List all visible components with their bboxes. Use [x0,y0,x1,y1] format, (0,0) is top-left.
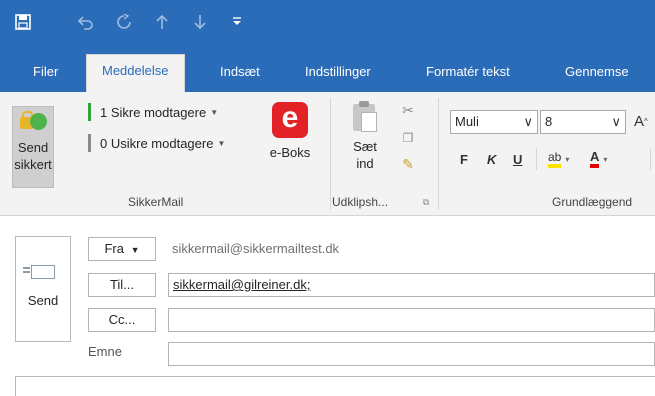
to-recipient[interactable]: sikkermail@gilreiner.dk; [173,277,310,292]
redo-icon[interactable] [114,12,134,32]
paste-label-line1: Sæt [353,139,377,154]
font-color-button[interactable]: A ▾ [590,148,607,170]
customize-dropdown-icon[interactable] [228,12,246,32]
send-envelope-icon [23,265,55,279]
highlighter-icon: ab [548,150,562,168]
paste-label-line2: ind [356,156,374,171]
quick-access-toolbar [0,0,655,46]
font-size-combobox[interactable]: 8 ∨ [540,110,626,134]
paste-button[interactable]: Sæt ind [342,100,388,184]
format-painter-icon[interactable]: ✎ [400,156,416,172]
font-color-icon: A [590,150,600,168]
bold-button[interactable]: F [460,148,468,170]
cut-icon[interactable]: ✂ [400,102,416,118]
chevron-down-icon: ▼ [210,107,219,117]
cc-button[interactable]: Cc... [88,308,156,332]
eboks-button[interactable]: e e-Boks [258,102,322,170]
tab-insert[interactable]: Indsæt [220,58,260,92]
chevron-down-icon: ∨ [523,114,533,129]
chevron-down-icon: ▼ [217,138,226,148]
secure-recipients-label: 1 Sikre modtagere [100,104,207,120]
tab-options[interactable]: Indstillinger [305,58,371,92]
eboks-logo-icon: e [272,102,308,138]
from-button-label: Fra [104,241,124,256]
tab-message[interactable]: Meddelelse [86,54,185,92]
secure-send-icon [20,111,47,135]
secure-indicator-bar [88,103,91,121]
send-secure-button[interactable]: Send sikkert [12,106,54,188]
arrow-up-icon[interactable] [152,12,172,32]
unsecure-indicator-bar [88,134,91,152]
cc-field[interactable] [168,308,655,332]
ribbon-tabs: Filer Meddelelse Indsæt Indstillinger Fo… [0,46,655,92]
group-label-sikkermail: SikkerMail [128,195,184,209]
toolbar-divider [536,148,537,170]
chevron-down-icon: ▾ [603,154,608,164]
font-name-value: Muli [455,114,479,129]
arrow-down-icon[interactable] [190,12,210,32]
chevron-down-icon: ∨ [611,114,621,129]
unsecure-recipients-dropdown[interactable]: 0 Usikre modtagere ▼ [88,132,225,154]
group-label-basic-text: Grundlæggend [552,195,633,209]
save-icon[interactable] [12,12,34,32]
group-divider [438,98,439,210]
clipboard-icon [351,100,379,132]
from-address: sikkermail@sikkermailtest.dk [172,241,340,256]
copy-icon[interactable]: ❐ [400,130,416,146]
unsecure-recipients-label: 0 Usikre modtagere [100,135,214,151]
send-button[interactable]: Send [15,236,71,342]
dialog-launcher-icon[interactable]: ⧉ [420,196,432,208]
eboks-label: e-Boks [269,145,311,160]
grow-font-icon[interactable]: A ^ [634,110,648,132]
chevron-down-icon: ▼ [130,245,140,255]
from-button[interactable]: Fra ▼ [88,237,156,261]
italic-button[interactable]: K [487,148,496,170]
send-label: Send [27,293,59,308]
font-size-value: 8 [545,114,553,129]
toolbar-divider [650,148,651,170]
undo-icon[interactable] [76,12,96,32]
send-secure-label-line1: Send [17,140,49,155]
highlight-color-button[interactable]: ab ▾ [548,148,569,170]
to-field[interactable]: sikkermail@gilreiner.dk; [168,273,655,297]
tab-format-text[interactable]: Formatér tekst [426,58,510,92]
chevron-down-icon: ▾ [565,154,570,164]
font-name-combobox[interactable]: Muli ∨ [450,110,538,134]
tab-file[interactable]: Filer [33,58,58,92]
message-body[interactable] [15,376,655,396]
secure-recipients-dropdown[interactable]: 1 Sikre modtagere ▼ [88,101,218,123]
to-button[interactable]: Til... [88,273,156,297]
send-secure-label-line2: sikkert [14,157,52,172]
tab-review[interactable]: Gennemse [565,58,629,92]
group-divider [330,98,331,210]
ribbon: Send sikkert 1 Sikre modtagere ▼ 0 Usikr… [0,92,655,216]
subject-label: Emne [88,344,122,359]
subject-field[interactable] [168,342,655,366]
group-label-clipboard: Udklipsh... [332,195,389,209]
underline-button[interactable]: U [513,148,522,170]
